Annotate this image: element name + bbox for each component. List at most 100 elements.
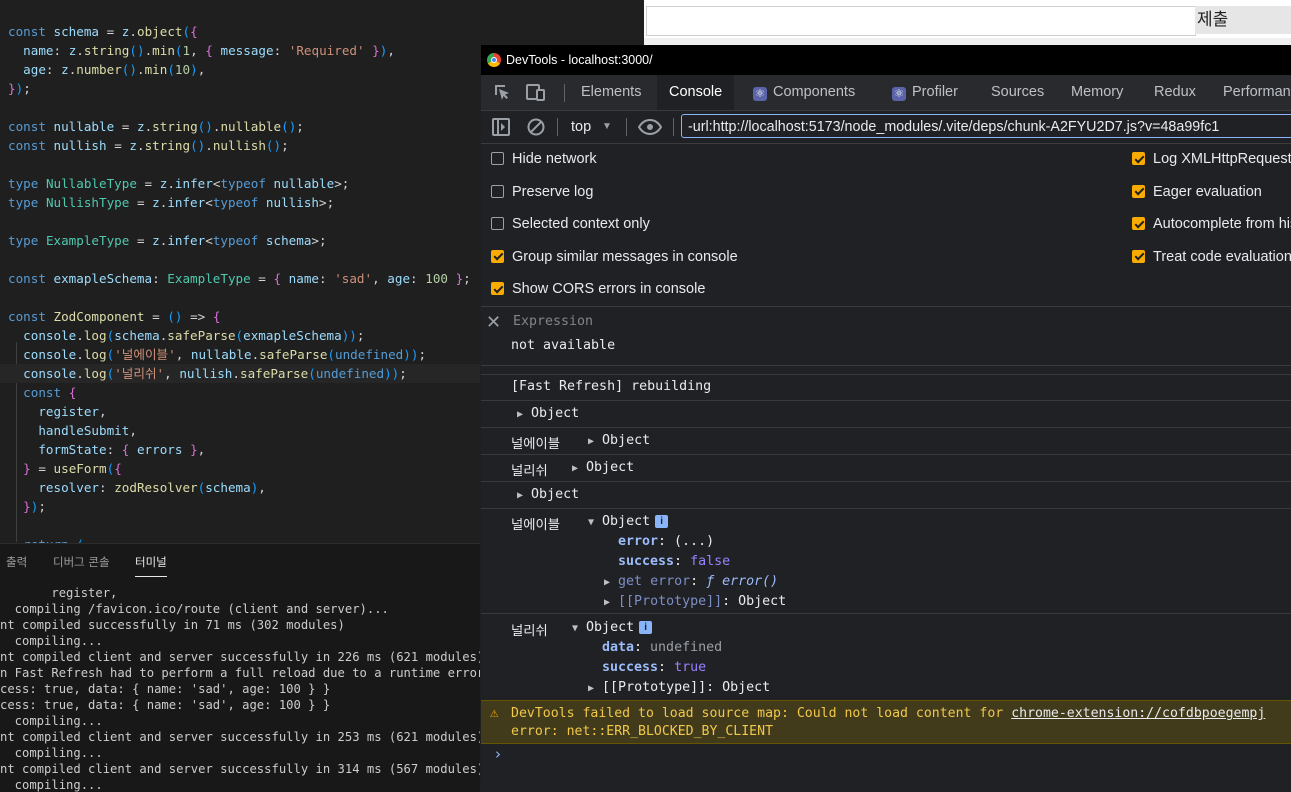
toolbar-separator [673, 118, 674, 136]
tab-components[interactable]: ⚛ Components [753, 75, 855, 110]
close-icon[interactable]: ✕ [486, 312, 501, 333]
code-line[interactable]: const { [8, 383, 76, 402]
code-line[interactable]: return ( [8, 535, 84, 543]
setting-option[interactable]: Show CORS errors in console [491, 279, 705, 299]
code-line[interactable]: }); [8, 497, 46, 516]
checkbox[interactable] [491, 152, 504, 165]
collapse-triangle-icon[interactable]: ▼ [588, 517, 594, 528]
object-entry[interactable]: ▼ Object i [572, 620, 653, 635]
code-line[interactable]: console.log(schema.safeParse(exmapleSche… [8, 326, 364, 345]
expand-triangle-icon[interactable]: ▶ [572, 463, 578, 474]
console-message[interactable]: ▶ Object [481, 401, 1291, 428]
tab-separator [564, 84, 565, 102]
code-line[interactable]: console.log('널리쉬', nullish.safeParse(und… [0, 364, 480, 383]
warning-line: error: net::ERR_BLOCKED_BY_CLIENT [511, 724, 774, 739]
code-line[interactable]: const exmapleSchema: ExampleType = { nam… [8, 269, 471, 288]
object-entry[interactable]: ▶ Object [588, 433, 650, 448]
tab-elements[interactable]: Elements [581, 75, 641, 110]
property-row[interactable]: error: (...) [618, 534, 714, 549]
sidebar-toggle-icon[interactable] [492, 111, 510, 148]
code-line[interactable]: type NullishType = z.infer<typeof nullis… [8, 193, 334, 212]
source-map-link[interactable]: chrome-extension://cofdbpoegempj [1011, 706, 1265, 721]
setting-option[interactable]: Treat code evaluation as user action [1132, 247, 1291, 267]
tab-output[interactable]: 출력 [6, 554, 27, 570]
clear-console-icon[interactable] [527, 111, 545, 148]
code-line[interactable]: } = useForm({ [8, 459, 122, 478]
code-line[interactable]: age: z.number().min(10), [8, 60, 205, 79]
setting-option[interactable]: Log XMLHttpRequests [1132, 149, 1291, 169]
form-input[interactable] [646, 6, 1196, 36]
setting-option[interactable]: Preserve log [491, 182, 593, 202]
expression-placeholder[interactable]: Expression [513, 314, 593, 329]
setting-label: Eager evaluation [1153, 183, 1262, 200]
terminal-line: cess: true, data: { name: 'sad', age: 10… [0, 682, 331, 696]
expand-triangle-icon[interactable]: ▶ [604, 577, 610, 588]
object-entry[interactable]: ▼ Object i [588, 514, 669, 529]
checkbox[interactable] [491, 249, 504, 263]
filter-input[interactable]: -url:http://localhost:5173/node_modules/… [681, 114, 1291, 138]
checkbox[interactable] [1132, 184, 1145, 198]
code-line[interactable]: formState: { errors }, [8, 440, 205, 459]
tab-profiler[interactable]: ⚛ Profiler [892, 75, 958, 110]
console-message[interactable]: ▶ Object [481, 482, 1291, 509]
tab-console[interactable]: Console [657, 75, 735, 110]
code-line[interactable]: handleSubmit, [8, 421, 137, 440]
checkbox[interactable] [491, 184, 504, 198]
code-line[interactable]: console.log('널에이블', nullable.safeParse(u… [8, 345, 426, 364]
code-editor[interactable]: const schema = z.object({ name: z.string… [0, 0, 480, 543]
tab-memory[interactable]: Memory [1071, 75, 1123, 110]
checkbox[interactable] [1132, 152, 1145, 165]
property-row[interactable]: ▶ get error: ƒ error() [604, 574, 778, 589]
console-message-expanded[interactable]: 널리쉬 ▼ Object i data: undefined success: t… [481, 614, 1291, 699]
expand-triangle-icon[interactable]: ▶ [517, 490, 523, 501]
tab-performance[interactable]: Performan [1223, 75, 1291, 110]
console-prompt-icon[interactable]: › [495, 745, 501, 763]
tab-debug-console[interactable]: 디버그 콘솔 [53, 554, 110, 570]
console-message-expanded[interactable]: 널에이블 ▼ Object i error: (...) success: fal… [481, 509, 1291, 614]
code-line[interactable]: resolver: zodResolver(schema), [8, 478, 266, 497]
setting-option[interactable]: Selected context only [491, 214, 650, 234]
console-message[interactable]: 널리쉬 ▶ Object [481, 455, 1291, 482]
expand-triangle-icon[interactable]: ▶ [517, 409, 523, 420]
submit-button[interactable]: 제출 [1195, 6, 1291, 34]
checkbox[interactable] [1132, 249, 1145, 263]
expand-triangle-icon[interactable]: ▶ [588, 683, 594, 694]
checkbox[interactable] [1132, 217, 1145, 230]
property-row[interactable]: ▶ [[Prototype]]: Object [588, 680, 770, 695]
console-message[interactable]: 널에이블 ▶ Object [481, 428, 1291, 455]
live-expression-eye-icon[interactable] [637, 111, 663, 147]
code-line[interactable]: register, [8, 402, 106, 421]
checkbox[interactable] [491, 282, 504, 295]
code-line[interactable]: const nullish = z.string().nullish(); [8, 136, 289, 155]
inspect-element-icon[interactable] [493, 77, 513, 112]
code-line[interactable]: const nullable = z.string().nullable(); [8, 117, 304, 136]
collapse-triangle-icon[interactable]: ▼ [572, 623, 578, 634]
checkbox[interactable] [491, 217, 504, 230]
expand-triangle-icon[interactable]: ▶ [604, 597, 610, 608]
object-entry[interactable]: ▶ Object [517, 487, 579, 502]
setting-option[interactable]: Autocomplete from history [1132, 214, 1291, 234]
code-line[interactable]: const schema = z.object({ [8, 22, 198, 41]
device-toolbar-icon[interactable] [525, 77, 547, 112]
tab-terminal[interactable]: 터미널 [135, 554, 167, 577]
info-icon[interactable]: i [639, 621, 653, 634]
code-line[interactable]: const ZodComponent = () => { [8, 307, 220, 326]
info-icon[interactable]: i [655, 515, 669, 528]
chevron-down-icon[interactable]: ▼ [602, 111, 612, 143]
object-entry[interactable]: ▶ Object [572, 460, 634, 475]
code-line[interactable]: type NullableType = z.infer<typeof nulla… [8, 174, 349, 193]
setting-option[interactable]: Group similar messages in console [491, 247, 738, 267]
code-line[interactable]: }); [8, 79, 31, 98]
property-row[interactable]: ▶ [[Prototype]]: Object [604, 594, 786, 609]
object-entry[interactable]: ▶ Object [517, 406, 579, 421]
tab-sources[interactable]: Sources [991, 75, 1044, 110]
setting-option[interactable]: Hide network [491, 149, 597, 169]
expand-triangle-icon[interactable]: ▶ [588, 436, 594, 447]
setting-label: Treat code evaluation as user action [1153, 248, 1291, 265]
context-selector[interactable]: top [571, 111, 591, 143]
setting-option[interactable]: Eager evaluation [1132, 182, 1262, 202]
terminal-line: nt compiled client and server successful… [0, 650, 480, 664]
tab-redux[interactable]: Redux [1154, 75, 1196, 110]
code-line[interactable]: name: z.string().min(1, { message: 'Requ… [8, 41, 395, 60]
code-line[interactable]: type ExampleType = z.infer<typeof schema… [8, 231, 327, 250]
